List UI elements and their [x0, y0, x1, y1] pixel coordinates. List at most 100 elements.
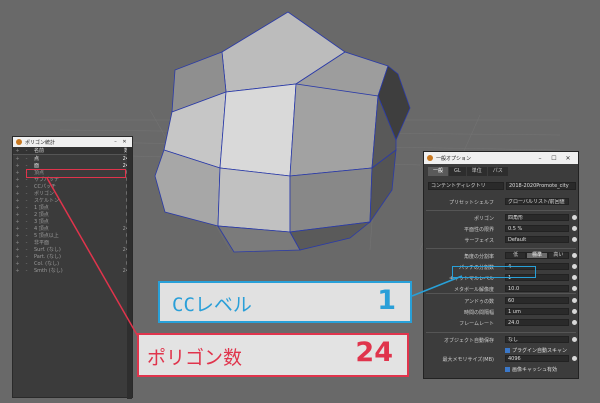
close-icon[interactable]: ✕ [561, 155, 575, 162]
row-name: Surf. (なし) [34, 247, 61, 253]
row-minus[interactable]: - [22, 247, 31, 253]
table-row[interactable]: + - 点 24 [13, 155, 132, 163]
option-label: ポリゴン [473, 216, 494, 222]
tab-general[interactable]: 一般 [428, 167, 449, 176]
divider [426, 332, 576, 333]
row-plus[interactable]: + [13, 205, 22, 211]
stats-scrollbar[interactable] [127, 147, 132, 399]
option-field[interactable]: 1 um [505, 308, 569, 315]
row-plus[interactable]: + [13, 268, 22, 274]
table-row[interactable]: +-CCパッチ0 [13, 183, 132, 191]
row-name: スケルトン [34, 198, 60, 204]
row-minus[interactable]: - [22, 191, 31, 197]
option-field[interactable]: 四角形 [505, 214, 569, 221]
image-cache-checkbox[interactable]: 画像キャッシュ有効 [505, 366, 557, 373]
header-name: 名前 [34, 148, 45, 154]
row-name: Smth (なし) [34, 268, 63, 274]
row-plus[interactable]: + [13, 247, 22, 253]
envelope-icon[interactable] [572, 226, 577, 231]
row-minus[interactable]: - [22, 226, 31, 232]
row-minus[interactable]: - [22, 219, 31, 225]
row-plus[interactable]: + [13, 233, 22, 239]
row-minus[interactable]: - [22, 163, 31, 169]
table-row[interactable]: + - Smth (なし) 24 [13, 267, 132, 275]
minimize-icon[interactable]: – [533, 155, 547, 162]
option-field[interactable]: 0.5 % [505, 225, 569, 232]
tab-gl[interactable]: GL [449, 167, 466, 176]
envelope-icon[interactable] [572, 275, 577, 280]
envelope-icon[interactable] [572, 298, 577, 303]
maximize-icon[interactable]: ☐ [547, 155, 561, 162]
row-plus[interactable]: + [13, 198, 22, 204]
table-row[interactable]: + - Surf. (なし) 24 [13, 246, 132, 254]
memory-field[interactable]: 4096 [505, 355, 569, 362]
row-minus[interactable]: - [22, 205, 31, 211]
table-row[interactable]: + - 面 24 [13, 162, 132, 170]
row-plus[interactable]: + [13, 170, 22, 176]
row-plus[interactable]: + [13, 177, 22, 183]
subdiv-option-low[interactable]: 低 [505, 252, 527, 259]
table-row[interactable]: +-スケルトン0 [13, 197, 132, 205]
subdiv-option-high[interactable]: 高い [547, 252, 569, 259]
row-plus[interactable]: + [13, 184, 22, 190]
content-dir-field[interactable]: 2018-2020Promote_city [506, 182, 576, 190]
envelope-icon[interactable] [572, 215, 577, 220]
table-row[interactable]: +-2 頂点0 [13, 211, 132, 219]
polygon-stats-titlebar[interactable]: ポリゴン統計 – ✕ [13, 137, 132, 147]
app-icon [427, 155, 433, 161]
row-name: 3 頂点 [34, 219, 49, 225]
table-row[interactable]: +-Col. (なし)0 [13, 260, 132, 268]
table-row[interactable]: +-3 頂点0 [13, 218, 132, 226]
row-minus[interactable]: - [22, 198, 31, 204]
envelope-icon[interactable] [572, 309, 577, 314]
row-plus[interactable]: + [13, 240, 22, 246]
row-minus[interactable]: - [22, 268, 31, 274]
option-label: 平面性の限界 [463, 227, 494, 233]
option-field[interactable]: 60 [505, 297, 569, 304]
preset-dropdown[interactable]: グローバルリスト/前回値 [505, 198, 569, 205]
row-minus[interactable]: - [22, 184, 31, 190]
subdiv-option-standard[interactable]: 標準 [526, 252, 548, 259]
minimize-icon[interactable]: – [111, 139, 120, 145]
row-plus[interactable]: + [13, 191, 22, 197]
row-minus[interactable]: - [22, 240, 31, 246]
table-row[interactable]: +-5 頂点以上0 [13, 232, 132, 240]
chevron-down-icon[interactable] [572, 337, 577, 342]
row-plus[interactable]: + [13, 226, 22, 232]
row-plus[interactable]: + [13, 219, 22, 225]
plugin-scan-checkbox[interactable]: プラグイン自動スキャン [505, 347, 567, 354]
table-row[interactable]: +-ポリゴン0 [13, 190, 132, 198]
envelope-icon[interactable] [572, 237, 577, 242]
table-row[interactable]: +-非平面0 [13, 239, 132, 247]
content-dir-button[interactable]: コンテントディレクトリ [428, 182, 504, 190]
backup-dropdown[interactable]: なし [505, 336, 569, 343]
row-plus[interactable]: + [13, 261, 22, 267]
table-row[interactable]: + -4 頂点 24 [13, 225, 132, 233]
row-plus[interactable]: + [13, 163, 22, 169]
close-icon[interactable]: ✕ [120, 139, 129, 145]
row-plus[interactable]: + [13, 254, 22, 260]
table-row[interactable]: +-Part. (なし)0 [13, 253, 132, 261]
options-titlebar[interactable]: 一般オプション – ☐ ✕ [424, 152, 578, 164]
table-row[interactable]: +-1 頂点0 [13, 204, 132, 212]
option-field[interactable]: Default [505, 236, 569, 243]
row-minus[interactable]: - [22, 254, 31, 260]
tab-units[interactable]: 単位 [466, 167, 487, 176]
row-minus[interactable]: - [22, 156, 31, 162]
option-field[interactable]: 24.0 [505, 319, 569, 326]
row-plus[interactable]: + [13, 212, 22, 218]
envelope-icon[interactable] [572, 356, 577, 361]
envelope-icon[interactable] [572, 286, 577, 291]
general-options-panel: 一般オプション – ☐ ✕ 一般 GL 単位 パス コンテントディレクトリ 20… [423, 151, 579, 379]
row-minus[interactable]: - [22, 261, 31, 267]
envelope-icon[interactable] [572, 320, 577, 325]
subdiv-segmented[interactable]: 低 標準 高い [505, 252, 569, 259]
catmull-level-highlight [452, 266, 536, 278]
option-field[interactable]: 10.0 [505, 285, 569, 292]
row-minus[interactable]: - [22, 233, 31, 239]
envelope-icon[interactable] [572, 253, 577, 258]
row-minus[interactable]: - [22, 212, 31, 218]
row-plus[interactable]: + [13, 156, 22, 162]
tab-paths[interactable]: パス [487, 167, 508, 176]
envelope-icon[interactable] [572, 264, 577, 269]
